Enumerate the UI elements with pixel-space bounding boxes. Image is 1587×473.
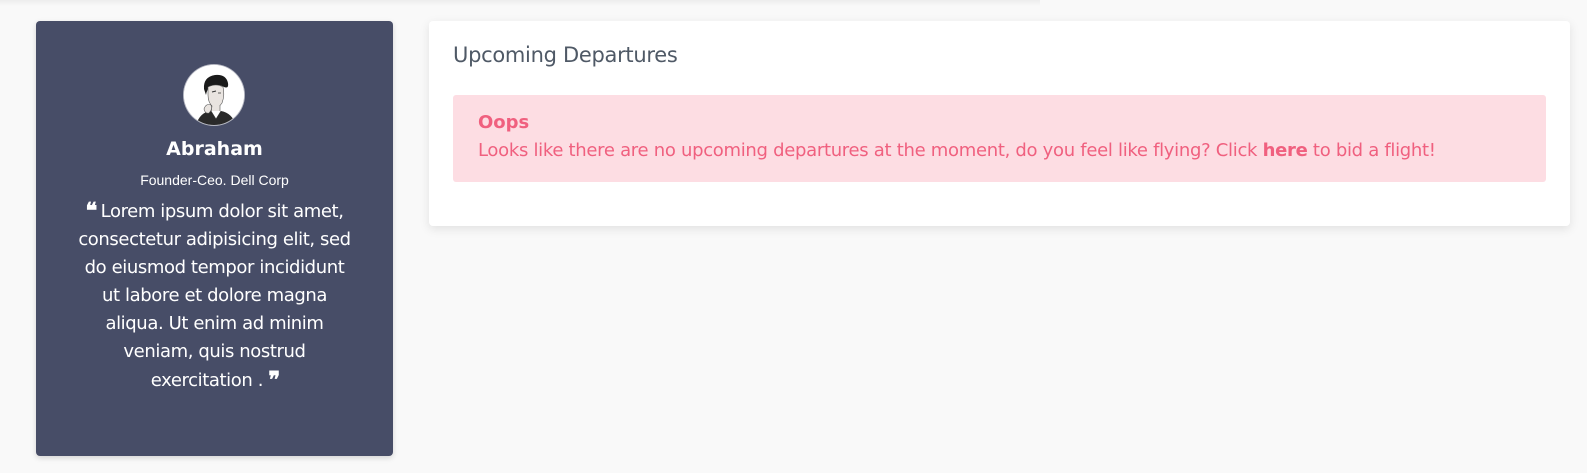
person-portrait-icon	[184, 65, 244, 125]
alert-message: Looks like there are no upcoming departu…	[478, 140, 1436, 161]
empty-state-alert: Oops Looks like there are no upcoming de…	[453, 95, 1546, 182]
quote-close-icon: ❞	[268, 367, 280, 393]
avatar	[184, 65, 244, 125]
profile-title: Founder-Ceo. Dell Corp	[140, 172, 289, 188]
alert-heading: Oops	[478, 112, 530, 133]
bid-flight-link[interactable]: here	[1263, 140, 1308, 161]
upcoming-departures-panel: Upcoming Departures Oops Looks like ther…	[429, 21, 1570, 226]
profile-name: Abraham	[166, 138, 263, 160]
quote-text: Lorem ipsum dolor sit amet, consectetur …	[78, 201, 351, 391]
quote-open-icon: ❝	[85, 198, 97, 224]
alert-message-after: to bid a flight!	[1307, 140, 1436, 161]
testimonial-quote: ❝ Lorem ipsum dolor sit amet, consectetu…	[76, 197, 353, 395]
panel-title: Upcoming Departures	[453, 43, 678, 67]
alert-message-before: Looks like there are no upcoming departu…	[478, 140, 1263, 161]
top-bar-shadow	[0, 0, 1040, 6]
profile-card: Abraham Founder-Ceo. Dell Corp ❝ Lorem i…	[36, 21, 393, 456]
